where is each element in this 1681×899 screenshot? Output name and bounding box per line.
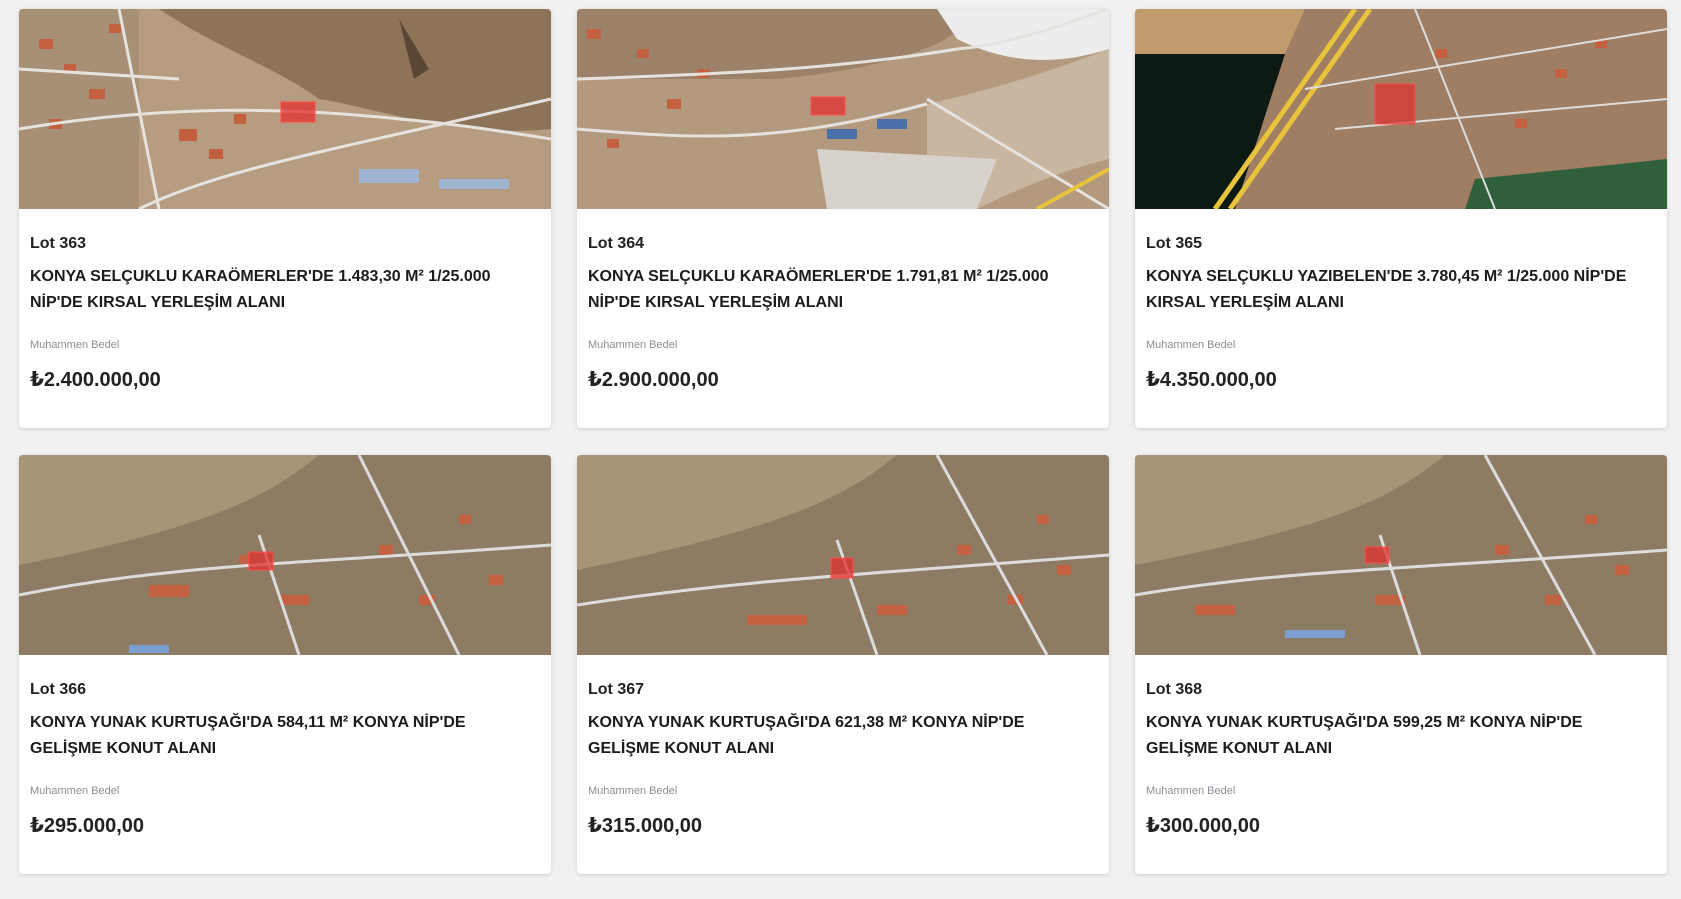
listing-title[interactable]: KONYA YUNAK KURTUŞAĞI'DA 621,38 M² KONYA… — [588, 710, 1098, 762]
listing-card-366[interactable]: Lot 366 KONYA YUNAK KURTUŞAĞI'DA 584,11 … — [19, 455, 551, 874]
satellite-map-image — [19, 9, 551, 209]
listing-title[interactable]: KONYA SELÇUKLU YAZIBELEN'DE 3.780,45 M² … — [1146, 264, 1656, 316]
listing-title[interactable]: KONYA SELÇUKLU KARAÖMERLER'DE 1.791,81 M… — [588, 264, 1098, 316]
listing-card-364[interactable]: Lot 364 KONYA SELÇUKLU KARAÖMERLER'DE 1.… — [577, 9, 1109, 428]
lot-number: Lot 367 — [588, 681, 645, 698]
satellite-map-image — [577, 9, 1109, 209]
parcel-marker-icon — [1364, 546, 1390, 564]
price-value: ₺2.900.000,00 — [588, 369, 719, 391]
parcel-marker-icon — [248, 551, 274, 571]
lot-number: Lot 364 — [588, 235, 645, 252]
satellite-map-image — [577, 455, 1109, 655]
parcel-marker-icon — [280, 101, 316, 123]
listing-card-365[interactable]: Lot 365 KONYA SELÇUKLU YAZIBELEN'DE 3.78… — [1135, 9, 1667, 428]
price-value: ₺300.000,00 — [1146, 815, 1261, 837]
lot-number: Lot 365 — [1146, 235, 1203, 252]
price-value: ₺295.000,00 — [30, 815, 145, 837]
parcel-marker-icon — [1374, 83, 1416, 125]
price-label: Muhammen Bedel — [1146, 785, 1236, 797]
parcel-marker-icon — [810, 96, 846, 116]
price-value: ₺315.000,00 — [588, 815, 703, 837]
listing-title[interactable]: KONYA YUNAK KURTUŞAĞI'DA 584,11 M² KONYA… — [30, 710, 540, 762]
price-value: ₺2.400.000,00 — [30, 369, 161, 391]
satellite-map-image — [1135, 9, 1667, 209]
listing-title[interactable]: KONYA YUNAK KURTUŞAĞI'DA 599,25 M² KONYA… — [1146, 710, 1656, 762]
price-label: Muhammen Bedel — [588, 785, 678, 797]
price-label: Muhammen Bedel — [30, 785, 120, 797]
listing-grid: Lot 363 KONYA SELÇUKLU KARAÖMERLER'DE 1.… — [19, 9, 1667, 874]
listing-card-363[interactable]: Lot 363 KONYA SELÇUKLU KARAÖMERLER'DE 1.… — [19, 9, 551, 428]
price-label: Muhammen Bedel — [588, 339, 678, 351]
parcel-marker-icon — [830, 557, 854, 579]
lot-number: Lot 363 — [30, 235, 87, 252]
price-label: Muhammen Bedel — [1146, 339, 1236, 351]
listing-card-368[interactable]: Lot 368 KONYA YUNAK KURTUŞAĞI'DA 599,25 … — [1135, 455, 1667, 874]
lot-number: Lot 366 — [30, 681, 87, 698]
satellite-map-image — [1135, 455, 1667, 655]
price-label: Muhammen Bedel — [30, 339, 120, 351]
listing-card-367[interactable]: Lot 367 KONYA YUNAK KURTUŞAĞI'DA 621,38 … — [577, 455, 1109, 874]
price-value: ₺4.350.000,00 — [1146, 369, 1277, 391]
listing-title[interactable]: KONYA SELÇUKLU KARAÖMERLER'DE 1.483,30 M… — [30, 264, 540, 316]
lot-number: Lot 368 — [1146, 681, 1203, 698]
satellite-map-image — [19, 455, 551, 655]
